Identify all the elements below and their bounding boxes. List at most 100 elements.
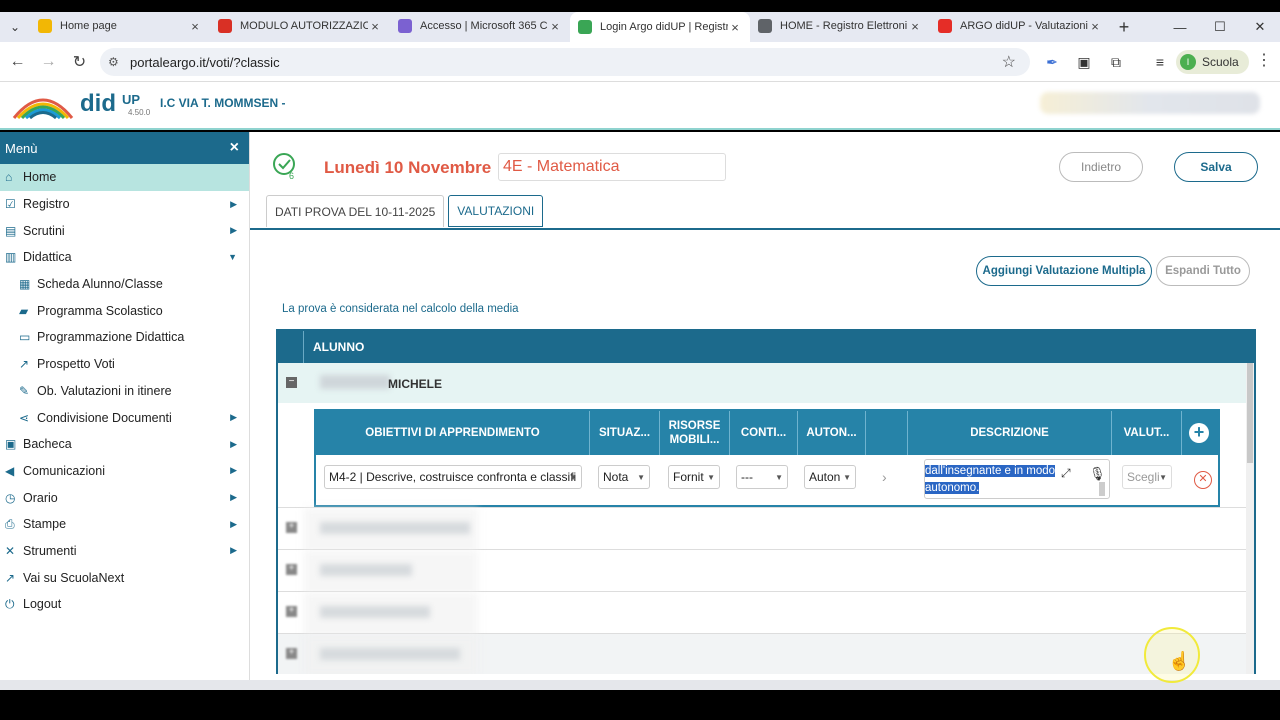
save-button[interactable]: Salva: [1174, 152, 1258, 182]
browser-tab[interactable]: Home page ×: [30, 12, 210, 40]
new-tab-button[interactable]: +: [1110, 17, 1138, 38]
sidebar-item-prospetto-voti[interactable]: ↗ Prospetto Voti: [0, 351, 249, 378]
sidebar-item-label: Registro: [23, 197, 70, 212]
add-multiple-evaluation-button[interactable]: Aggiungi Valutazione Multipla: [976, 256, 1152, 286]
col-risorse: RISORSE MOBILI...: [660, 411, 730, 455]
sidebar-item-scrutini[interactable]: ▤ Scrutini ▶: [0, 217, 249, 244]
close-tab-icon[interactable]: ×: [548, 19, 562, 34]
sidebar-item-registro[interactable]: ☑ Registro ▶: [0, 191, 249, 218]
objective-select[interactable]: M4-2 | Descrive, costruisce confronta e …: [324, 465, 582, 489]
tab-dati-prova[interactable]: DATI PROVA DEL 10-11-2025: [266, 195, 445, 227]
col-continuita: CONTI...: [730, 411, 798, 455]
book-icon: ▥: [5, 250, 17, 265]
profile-chip[interactable]: I Scuola: [1176, 50, 1249, 74]
browser-menu-icon[interactable]: ⋮: [1256, 50, 1272, 70]
sidebar-item-condivisione-documenti[interactable]: ⋖ Condivisione Documenti ▶: [0, 404, 249, 431]
table-header: ALUNNO: [278, 331, 1254, 363]
expand-icon[interactable]: ⤢: [1061, 466, 1071, 481]
class-subject-field[interactable]: 4E - Matematica: [498, 153, 726, 181]
tab-valutazioni[interactable]: VALUTAZIONI: [448, 195, 544, 227]
forward-nav-button[interactable]: →: [33, 42, 64, 82]
close-tab-icon[interactable]: ×: [1088, 19, 1102, 34]
browser-tab[interactable]: HOME - Registro Elettroni ×: [750, 12, 930, 40]
description-textarea[interactable]: dall'insegnante e in modo autonomo. ⤢ 🎙: [924, 459, 1110, 499]
window-controls: — ☐ ✕: [1160, 12, 1280, 42]
col-situazione: SITUAZ...: [590, 411, 660, 455]
objectives-table: OBIETTIVI DI APPRENDIMENTO SITUAZ... RIS…: [314, 409, 1220, 507]
back-nav-button[interactable]: ←: [2, 42, 33, 82]
close-tab-icon[interactable]: ×: [908, 19, 922, 34]
extensions-puzzle-icon[interactable]: ⧉: [1104, 50, 1128, 74]
sidebar-item-didattica[interactable]: ▥ Didattica ▼: [0, 244, 249, 271]
close-tab-icon[interactable]: ×: [728, 20, 742, 35]
valutazione-select[interactable]: Scegli ▼: [1122, 465, 1172, 489]
sidebar-item-vai-su-scuolanext[interactable]: ↗ Vai su ScuolaNext: [0, 564, 249, 591]
sidebar-item-bacheca[interactable]: ▣ Bacheca ▶: [0, 431, 249, 458]
book-icon: ▰: [19, 303, 29, 318]
table-row[interactable]: +: [278, 507, 1254, 550]
minimize-icon[interactable]: —: [1160, 12, 1200, 42]
autonomia-select[interactable]: Auton ▼: [804, 465, 856, 489]
browser-tab[interactable]: MODULO AUTORIZZAZIONE×: [210, 12, 390, 40]
screencast-extension-icon[interactable]: ▣: [1072, 50, 1096, 74]
close-window-icon[interactable]: ✕: [1240, 12, 1280, 42]
browser-toolbar: ← → ↻ ⚙ portaleargo.it/voti/?classic ☆ ✒…: [0, 42, 1280, 82]
megaphone-icon: ◀: [5, 463, 15, 478]
sidebar-item-logout[interactable]: ⏻ Logout: [0, 591, 249, 618]
browser-tab[interactable]: ARGO didUP - Valutazioni ×: [930, 12, 1110, 40]
sidebar-item-programmazione-didattica[interactable]: ▭ Programmazione Didattica: [0, 324, 249, 351]
sidebar-item-label: Logout: [23, 597, 62, 612]
risorse-select[interactable]: Fornit ▼: [668, 465, 720, 489]
close-tab-icon[interactable]: ×: [368, 19, 382, 34]
sidebar-item-programma-scolastico[interactable]: ▰ Programma Scolastico: [0, 297, 249, 324]
expand-all-button[interactable]: Espandi Tutto: [1156, 256, 1250, 286]
sidebar-item-strumenti[interactable]: ✕ Strumenti ▶: [0, 538, 249, 565]
tab-search-icon[interactable]: ⌄: [0, 12, 30, 42]
header-alunno: ALUNNO: [313, 340, 365, 354]
close-tab-icon[interactable]: ×: [188, 19, 202, 34]
address-bar[interactable]: ⚙ portaleargo.it/voti/?classic ☆: [100, 48, 1030, 76]
scrollbar-thumb[interactable]: [1247, 363, 1253, 463]
maximize-icon[interactable]: ☐: [1200, 12, 1240, 42]
sidebar-item-stampe[interactable]: ⎙ Stampe ▶: [0, 511, 249, 538]
chevron-right-icon[interactable]: ›: [882, 469, 887, 485]
table-row[interactable]: +: [278, 549, 1254, 592]
media-control-icon[interactable]: ≡: [1148, 50, 1172, 74]
site-settings-icon[interactable]: ⚙: [108, 55, 130, 69]
browser-tab[interactable]: Login Argo didUP | Registr ×: [570, 12, 750, 42]
expand-icon[interactable]: +: [286, 606, 297, 617]
description-line-2: autonomo.: [925, 482, 980, 494]
tabs-divider: [250, 228, 1280, 230]
bookmark-star-icon[interactable]: ☆: [1002, 52, 1016, 72]
table-row[interactable]: +: [278, 591, 1254, 634]
table-scrollbar[interactable]: [1246, 363, 1254, 674]
table-row[interactable]: +: [278, 633, 1254, 674]
sidebar-item-home[interactable]: ⌂ Home: [0, 164, 249, 191]
pen-extension-icon[interactable]: ✒: [1040, 50, 1064, 74]
chevron-right-icon: ▶: [230, 518, 237, 529]
sidebar-item-ob-valutazioni-in-itinere[interactable]: ✎ Ob. Valutazioni in itinere: [0, 378, 249, 405]
sidebar-item-comunicazioni[interactable]: ◀ Comunicazioni ▶: [0, 458, 249, 485]
browser-tab[interactable]: Accesso | Microsoft 365 C ×: [390, 12, 570, 40]
pencil-icon: ✎: [19, 383, 30, 398]
expand-icon[interactable]: +: [286, 522, 297, 533]
situazione-select[interactable]: Nota ▼: [598, 465, 650, 489]
close-menu-icon[interactable]: ×: [230, 139, 239, 157]
back-button[interactable]: Indietro: [1059, 152, 1143, 182]
extension-icons: ✒ ▣ ⧉ ≡: [1040, 50, 1172, 74]
collapse-icon[interactable]: −: [286, 377, 297, 388]
sidebar-item-orario[interactable]: ◷ Orario ▶: [0, 484, 249, 511]
url-text: portaleargo.it/voti/?classic: [130, 54, 280, 70]
objective-row: M4-2 | Descrive, costruisce confronta e …: [316, 455, 1218, 505]
continuita-select[interactable]: --- ▼: [736, 465, 788, 489]
student-row-expanded[interactable]: − MICHELE: [278, 363, 1254, 403]
delete-row-icon[interactable]: ✕: [1194, 471, 1212, 489]
add-objective-icon[interactable]: +: [1189, 423, 1209, 443]
expand-icon[interactable]: +: [286, 648, 297, 659]
reload-button[interactable]: ↻: [64, 42, 95, 82]
sidebar-item-scheda-alunno-classe[interactable]: ▦ Scheda Alunno/Classe: [0, 271, 249, 298]
textarea-scrollbar[interactable]: [1099, 482, 1105, 496]
user-info-blurred[interactable]: [1040, 92, 1260, 114]
expand-icon[interactable]: +: [286, 564, 297, 575]
microphone-icon[interactable]: 🎙: [1089, 466, 1106, 482]
